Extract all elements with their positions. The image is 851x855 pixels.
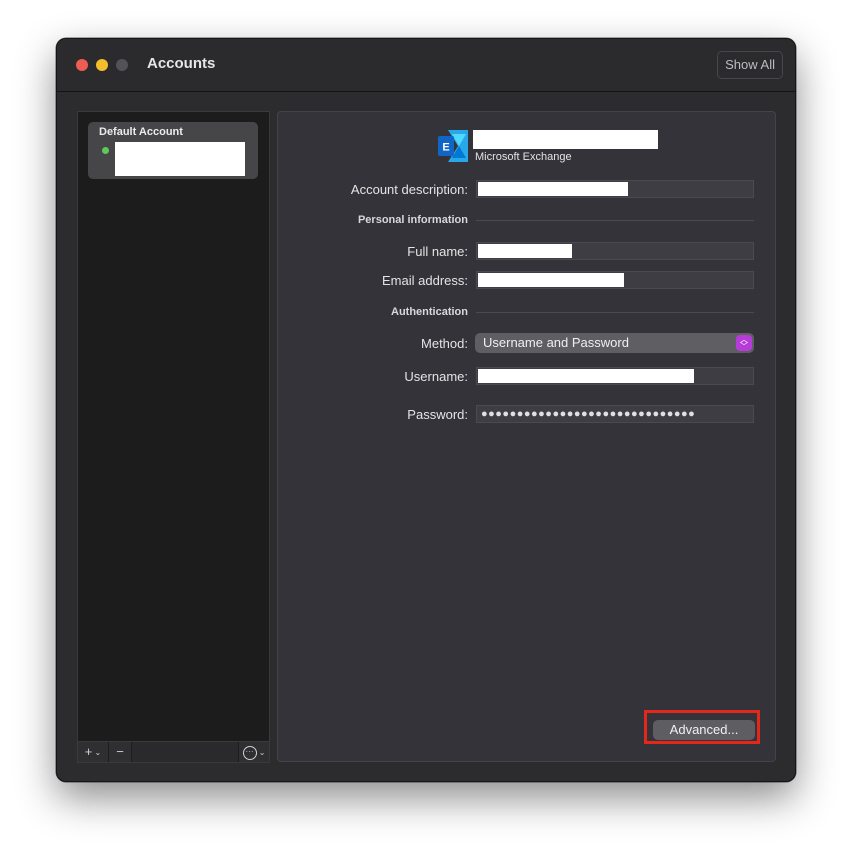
email-address-field[interactable] [476, 271, 754, 289]
microsoft-exchange-icon: E [438, 130, 468, 162]
show-all-button[interactable]: Show All [717, 51, 783, 79]
toolbar-spacer [132, 742, 238, 762]
title-bar: Accounts Show All [57, 39, 795, 92]
username-label: Username: [404, 369, 468, 384]
account-list-item[interactable]: Default Account [88, 122, 258, 179]
redacted-value [478, 369, 694, 383]
authentication-method-value: Username and Password [483, 335, 629, 350]
authentication-heading: Authentication [391, 306, 468, 318]
account-description-field[interactable] [476, 180, 754, 198]
section-divider [476, 220, 754, 221]
account-detail-panel: E Microsoft Exchange Account description… [277, 111, 776, 762]
sidebar-toolbar: + ⌄ − ··· ⌄ [78, 741, 269, 762]
redacted-value [478, 273, 624, 287]
add-account-button[interactable]: + ⌄ [78, 742, 109, 762]
more-actions-button[interactable]: ··· ⌄ [238, 742, 269, 762]
minimize-window-button[interactable] [96, 59, 108, 71]
accounts-window: Accounts Show All Default Account + ⌄ − … [56, 38, 796, 782]
account-list-item-title: Default Account [99, 126, 183, 138]
remove-account-button[interactable]: − [109, 742, 132, 762]
account-status-indicator [102, 147, 109, 154]
password-masked-value: ●●●●●●●●●●●●●●●●●●●●●●●●●●●●●● [481, 408, 696, 420]
zoom-window-button[interactable] [116, 59, 128, 71]
chevron-down-icon: ⌄ [256, 748, 266, 758]
chevron-up-down-icon: ︿ ﹀ [736, 335, 752, 351]
full-name-field[interactable] [476, 242, 754, 260]
ellipsis-circle-icon: ··· [242, 745, 257, 760]
account-description-label: Account description: [350, 182, 468, 197]
username-field[interactable] [476, 367, 754, 385]
account-name-redacted [473, 130, 658, 149]
svg-text:E: E [442, 142, 449, 154]
account-name-redacted [115, 142, 245, 176]
chevron-down-icon: ⌄ [92, 748, 102, 758]
redacted-value [478, 244, 572, 258]
section-divider [476, 312, 754, 313]
account-type-label: Microsoft Exchange [475, 151, 572, 163]
full-name-label: Full name: [407, 244, 468, 259]
window-title: Accounts [147, 55, 216, 72]
password-label: Password: [407, 407, 468, 422]
method-label: Method: [421, 336, 468, 351]
personal-information-heading: Personal information [357, 214, 468, 226]
authentication-method-select[interactable]: Username and Password ︿ ﹀ [475, 333, 754, 353]
advanced-button[interactable]: Advanced... [653, 720, 755, 740]
close-window-button[interactable] [76, 59, 88, 71]
redacted-value [478, 182, 628, 196]
email-address-label: Email address: [382, 273, 468, 288]
password-field[interactable]: ●●●●●●●●●●●●●●●●●●●●●●●●●●●●●● [476, 405, 754, 423]
accounts-sidebar: Default Account + ⌄ − ··· ⌄ [77, 111, 270, 763]
